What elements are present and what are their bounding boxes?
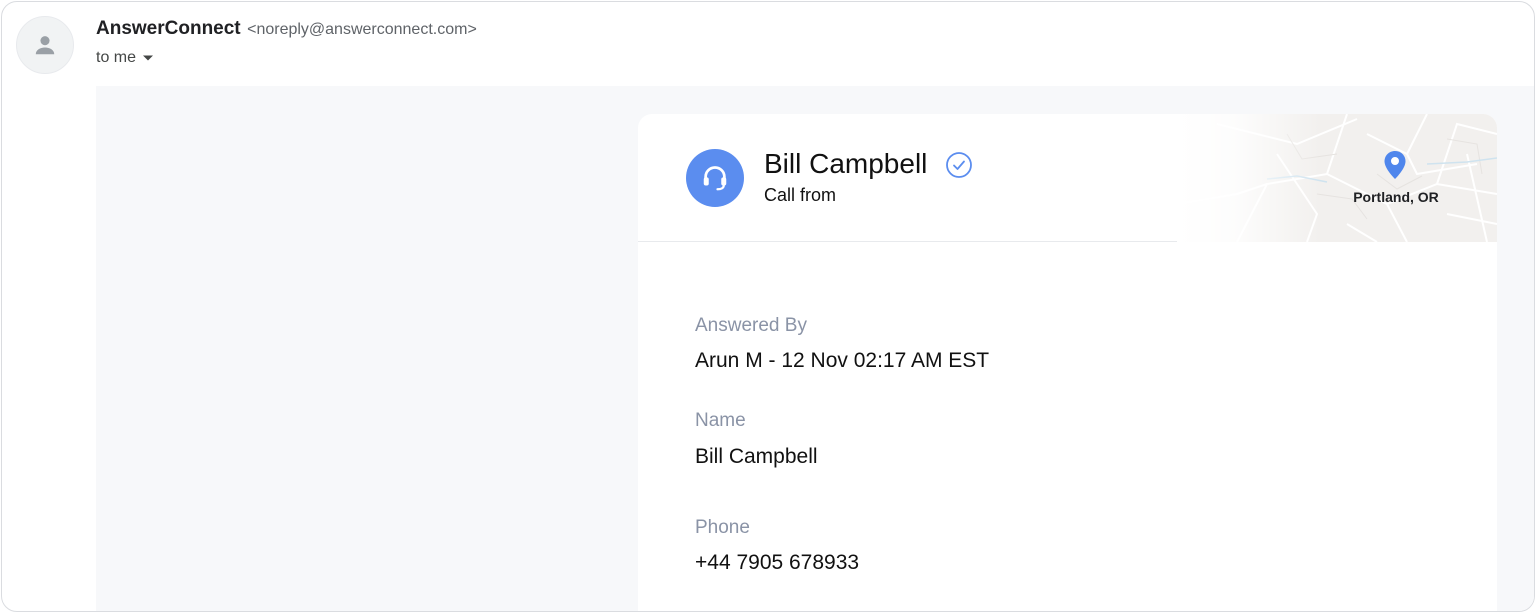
answered-by-label: Answered By xyxy=(695,315,807,336)
caret-down-icon[interactable] xyxy=(142,54,154,62)
phone-value[interactable]: +44 7905 678933 xyxy=(695,551,859,575)
location-map[interactable] xyxy=(1177,114,1497,242)
sender-email: <noreply@answerconnect.com> xyxy=(247,21,477,38)
sender-avatar[interactable] xyxy=(16,16,74,74)
check-circle-icon xyxy=(946,152,972,178)
phone-label: Phone xyxy=(695,517,750,538)
name-label: Name xyxy=(695,410,746,431)
person-icon xyxy=(35,36,55,55)
card-header: Portland, OR Bill Campbell Call from xyxy=(638,114,1497,242)
call-subtitle: Call from xyxy=(764,185,837,205)
recipient-label: to me xyxy=(96,49,137,66)
sender-line: AnswerConnect <noreply@answerconnect.com… xyxy=(96,18,477,40)
caller-name: Bill Campbell xyxy=(764,148,928,179)
name-value: Bill Campbell xyxy=(695,445,818,468)
headset-icon xyxy=(703,166,727,191)
sender-name[interactable]: AnswerConnect xyxy=(96,18,241,39)
map-fade xyxy=(1177,114,1497,242)
location-label: Portland, OR xyxy=(1353,189,1439,205)
email-message: AnswerConnect <noreply@answerconnect.com… xyxy=(1,1,1535,612)
agent-avatar xyxy=(686,149,744,207)
answered-by-value: Arun M - 12 Nov 02:17 AM EST xyxy=(695,349,990,372)
call-summary-card: Portland, OR Bill Campbell Call from Ans… xyxy=(638,114,1497,611)
recipients-toggle[interactable]: to me xyxy=(96,49,154,67)
map-pin-icon xyxy=(1384,151,1406,179)
